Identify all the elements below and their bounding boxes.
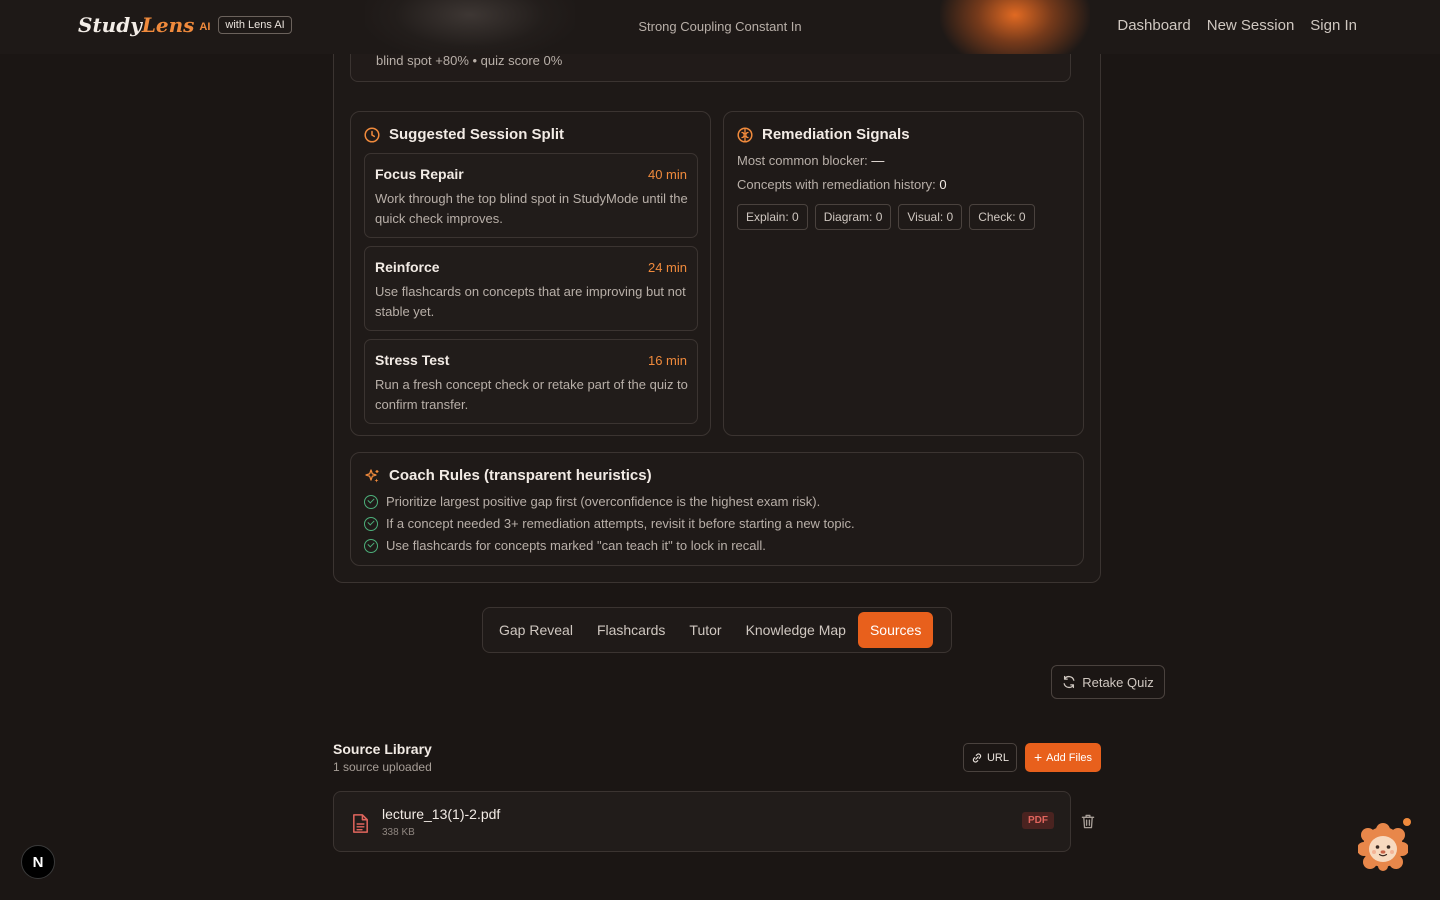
logo-ai-text: AI [199, 21, 211, 33]
view-tabs: Gap Reveal Flashcards Tutor Knowledge Ma… [482, 607, 952, 653]
history-label: Concepts with remediation history: [737, 177, 936, 192]
logo-study-text: Study [78, 13, 142, 37]
chip-visual: Visual: 0 [898, 204, 963, 230]
sparkles-icon [365, 468, 379, 482]
remediation-title: Remediation Signals [762, 126, 910, 143]
source-library-subtitle: 1 source uploaded [333, 760, 432, 774]
coach-rules-header: Coach Rules (transparent heuristics) [364, 467, 652, 484]
source-file-row[interactable]: lecture_13(1)-2.pdf 338 KB PDF [333, 791, 1071, 852]
coach-rules-title: Coach Rules (transparent heuristics) [389, 467, 652, 484]
split-item-desc: Use flashcards on concepts that are impr… [375, 284, 686, 319]
decorative-blur-gray [365, 0, 575, 54]
check-circle-icon [364, 538, 378, 553]
dev-tools-badge[interactable]: N [21, 845, 55, 879]
decorative-blur-orange [940, 0, 1090, 54]
split-item-desc: Run a fresh concept check or retake part… [375, 377, 688, 412]
remediation-header: Remediation Signals [737, 126, 910, 143]
brain-icon [737, 126, 753, 143]
session-split-header: Suggested Session Split [364, 126, 564, 143]
chip-check: Check: 0 [969, 204, 1035, 230]
rule-text: Use flashcards for concepts marked "can … [386, 538, 766, 553]
clock-icon [364, 126, 380, 143]
remediation-chips: Explain: 0 Diagram: 0 Visual: 0 Check: 0 [737, 204, 1035, 230]
retake-quiz-label: Retake Quiz [1082, 674, 1154, 690]
nav-new-session[interactable]: New Session [1207, 17, 1295, 34]
split-item-stress-test: Stress Test 16 min Run a fresh concept c… [364, 339, 698, 424]
document-icon [353, 814, 368, 833]
blocker-label: Most common blocker: [737, 153, 868, 168]
split-item-minutes: 16 min [647, 353, 687, 368]
session-split-panel: Suggested Session Split Focus Repair 40 … [350, 111, 711, 436]
file-size: 338 KB [382, 827, 415, 838]
check-circle-icon [364, 516, 378, 531]
split-item-minutes: 40 min [647, 167, 687, 182]
nav-links: Dashboard New Session Sign In [1117, 17, 1357, 34]
logo[interactable]: Study Lens AI with Lens AI [78, 13, 292, 37]
source-library-title: Source Library [333, 741, 432, 757]
add-url-button[interactable]: URL [963, 743, 1017, 772]
split-item-name: Focus Repair [375, 166, 464, 182]
summary-text: blind spot +80% • quiz score 0% [376, 53, 563, 68]
tab-gap-reveal[interactable]: Gap Reveal [487, 612, 585, 648]
plus-icon: + [1033, 749, 1043, 765]
logo-badge: with Lens AI [218, 16, 292, 34]
rule-item: If a concept needed 3+ remediation attem… [364, 516, 855, 531]
check-circle-icon [364, 494, 378, 509]
nav-dashboard[interactable]: Dashboard [1117, 17, 1190, 34]
rule-item: Use flashcards for concepts marked "can … [364, 538, 766, 553]
split-item-desc: Work through the top blind spot in Study… [375, 191, 688, 226]
blocker-value: — [871, 153, 885, 168]
nav-sign-in[interactable]: Sign In [1310, 17, 1357, 34]
chip-explain: Explain: 0 [737, 204, 808, 230]
tab-knowledge-map[interactable]: Knowledge Map [734, 612, 858, 648]
tab-sources[interactable]: Sources [857, 612, 934, 648]
url-label: URL [986, 751, 1009, 764]
retake-quiz-button[interactable]: Retake Quiz [1051, 665, 1165, 699]
history-value: 0 [939, 177, 947, 192]
add-files-button[interactable]: + Add Files [1025, 743, 1101, 772]
split-item-reinforce: Reinforce 24 min Use flashcards on conce… [364, 246, 698, 331]
coach-rules-panel: Coach Rules (transparent heuristics) Pri… [350, 452, 1084, 566]
rule-text: Prioritize largest positive gap first (o… [386, 494, 821, 509]
notification-dot [1403, 818, 1411, 826]
link-icon [972, 752, 982, 763]
tab-tutor[interactable]: Tutor [677, 612, 733, 648]
rule-text: If a concept needed 3+ remediation attem… [386, 516, 855, 531]
file-type-badge: PDF [1022, 812, 1054, 829]
refresh-icon [1063, 675, 1075, 689]
top-nav-bar: Study Lens AI with Lens AI Strong Couplin… [0, 0, 1440, 54]
remediation-panel: Remediation Signals Most common blocker:… [723, 111, 1084, 436]
history-line: Concepts with remediation history: 0 [737, 177, 947, 192]
split-item-name: Reinforce [375, 259, 440, 275]
logo-lens-text: Lens [141, 13, 195, 37]
session-split-title: Suggested Session Split [389, 126, 565, 143]
file-name: lecture_13(1)-2.pdf [382, 806, 501, 822]
trash-icon[interactable] [1081, 814, 1095, 829]
tab-flashcards[interactable]: Flashcards [585, 612, 677, 648]
split-item-focus-repair: Focus Repair 40 min Work through the top… [364, 153, 698, 238]
split-item-minutes: 24 min [647, 260, 687, 275]
lion-mascot-icon[interactable] [1358, 823, 1408, 871]
blocker-line: Most common blocker: — [737, 153, 884, 168]
split-item-name: Stress Test [375, 352, 450, 368]
add-files-label: Add Files [1046, 751, 1093, 764]
chip-diagram: Diagram: 0 [814, 204, 892, 230]
rule-item: Prioritize largest positive gap first (o… [364, 494, 820, 509]
